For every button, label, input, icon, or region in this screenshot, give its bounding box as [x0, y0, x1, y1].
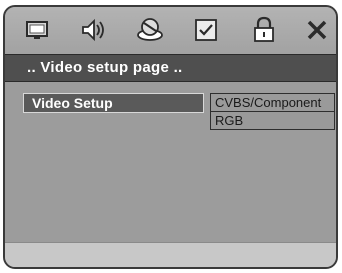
preference-icon[interactable] — [190, 15, 222, 45]
page-title: .. Video setup page .. — [27, 59, 183, 76]
video-setup-menu-window: .. Video setup page .. Video Setup CVBS/… — [3, 5, 338, 269]
status-bar — [5, 242, 336, 267]
password-lock-icon[interactable] — [248, 15, 280, 45]
setup-content-area: Video Setup CVBS/Component RGB — [5, 82, 336, 242]
general-setup-icon[interactable] — [21, 15, 53, 45]
audio-setup-icon[interactable] — [77, 15, 109, 45]
menu-item-video-setup[interactable]: Video Setup — [23, 93, 204, 113]
video-output-options: CVBS/Component RGB — [210, 93, 335, 130]
exit-icon[interactable] — [301, 15, 333, 45]
option-cvbs-component[interactable]: CVBS/Component — [211, 94, 334, 111]
setup-toolbar — [5, 7, 336, 54]
video-setup-icon[interactable] — [134, 15, 166, 45]
page-title-bar: .. Video setup page .. — [5, 54, 336, 82]
option-rgb[interactable]: RGB — [211, 111, 334, 129]
